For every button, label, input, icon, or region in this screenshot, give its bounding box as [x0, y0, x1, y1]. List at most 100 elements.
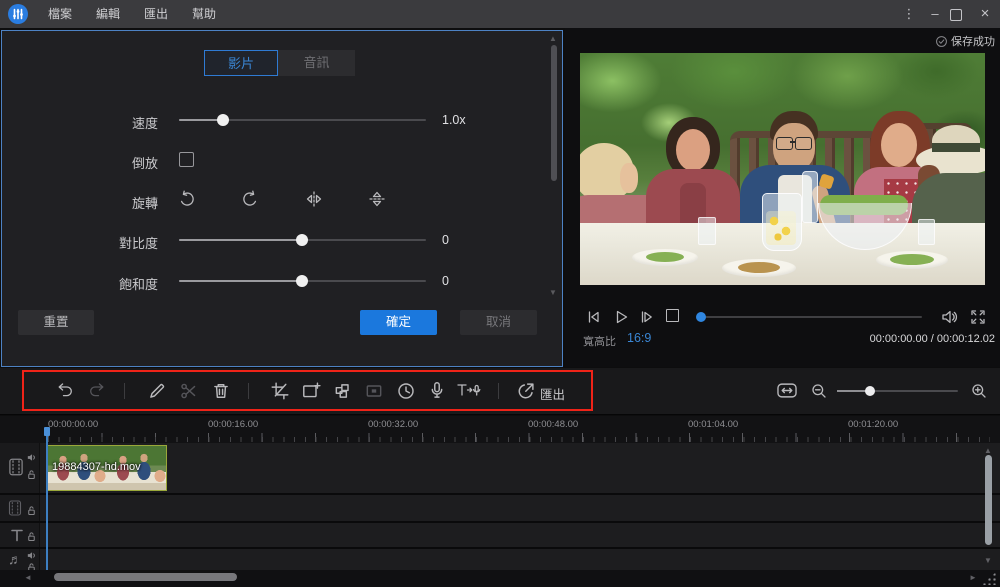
track-lock-icon[interactable]	[26, 531, 37, 542]
video-preview[interactable]	[580, 53, 985, 285]
text-track[interactable]	[0, 523, 1000, 547]
ruler-label: 00:01:20.00	[848, 419, 899, 430]
text-to-speech-icon[interactable]	[456, 381, 482, 399]
timeline-zoom-thumb[interactable]	[865, 386, 875, 396]
stop-button[interactable]	[666, 309, 679, 322]
tab-audio[interactable]: 音訊	[278, 50, 355, 76]
rotate-cw-icon[interactable]	[240, 189, 260, 209]
app-logo-icon	[8, 4, 28, 24]
volume-icon[interactable]	[939, 307, 959, 327]
minimize-button[interactable]: –	[922, 0, 948, 28]
delete-trash-icon[interactable]	[211, 381, 231, 401]
contrast-label: 對比度	[118, 236, 158, 251]
maximize-button[interactable]	[950, 9, 962, 21]
timeline-ruler[interactable]: 00:00:00.00 00:00:16.00 00:00:32.00 00:0…	[0, 416, 1000, 443]
rotate-label: 旋轉	[131, 196, 158, 211]
hscroll-left-icon[interactable]: ◄	[24, 573, 32, 583]
duration-clock-icon[interactable]	[396, 381, 416, 401]
close-button[interactable]: ×	[972, 0, 998, 28]
panel-scroll-up-icon[interactable]: ▲	[549, 35, 557, 43]
text-track-icon	[11, 529, 23, 542]
menu-help[interactable]: 幫助	[180, 0, 228, 28]
crop-icon[interactable]	[270, 381, 290, 401]
tracks-scrollbar-thumb[interactable]	[985, 455, 992, 545]
ruler-label: 00:01:04.00	[688, 419, 739, 430]
seek-handle[interactable]	[696, 312, 706, 322]
rotate-ccw-icon[interactable]	[177, 189, 197, 209]
export-icon[interactable]	[516, 381, 536, 401]
fit-timeline-icon[interactable]	[776, 382, 798, 399]
video-track-icon	[9, 458, 23, 476]
ruler-label: 00:00:16.00	[208, 419, 259, 430]
ruler-label: 00:00:00.00	[48, 419, 99, 430]
mosaic-icon[interactable]	[333, 381, 353, 401]
drinking-glass	[698, 217, 716, 245]
hscrollbar-thumb[interactable]	[54, 573, 237, 581]
ruler-minor-ticks	[48, 437, 990, 442]
menu-file[interactable]: 檔案	[36, 0, 84, 28]
split-scissors-icon[interactable]	[179, 381, 199, 401]
playhead-line[interactable]	[46, 436, 48, 570]
fullscreen-icon[interactable]	[969, 308, 987, 326]
toolbar-divider	[124, 383, 125, 399]
tab-video[interactable]: 影片	[204, 50, 278, 76]
redo-icon[interactable]	[87, 381, 107, 399]
zoom-frame-icon[interactable]	[301, 381, 321, 401]
overlay-track-icon	[8, 500, 22, 516]
video-clip[interactable]: 19884307-hd.mov	[47, 445, 167, 491]
voiceover-mic-icon[interactable]	[427, 380, 447, 400]
timeline-zoom-slider[interactable]	[837, 386, 958, 396]
saturation-slider[interactable]	[179, 275, 426, 287]
flip-vertical-icon[interactable]	[367, 189, 387, 209]
contrast-slider[interactable]	[179, 234, 426, 246]
glass-bottle	[802, 171, 818, 223]
freeze-frame-icon[interactable]	[364, 381, 384, 401]
aspect-ratio-value[interactable]: 16:9	[627, 331, 651, 345]
resize-grip[interactable]	[982, 572, 996, 585]
cancel-button[interactable]: 取消	[460, 310, 537, 335]
zoom-out-icon[interactable]	[810, 382, 828, 400]
playhead-handle[interactable]	[44, 427, 50, 436]
video-editor-window: 檔案 編輯 匯出 幫助 ⋮ – × 影片 音訊 速度 1.0x 倒放 旋轉 對比…	[0, 0, 1000, 587]
panel-scrollbar-thumb[interactable]	[551, 45, 557, 181]
menu-export[interactable]: 匯出	[132, 0, 180, 28]
undo-icon[interactable]	[55, 381, 75, 399]
track-lock-icon[interactable]	[26, 469, 37, 480]
contrast-slider-thumb[interactable]	[296, 234, 308, 246]
glasses-right-lens	[795, 137, 812, 150]
next-frame-button[interactable]	[638, 308, 656, 326]
edit-pencil-icon[interactable]	[147, 381, 167, 401]
track-lock-icon[interactable]	[26, 505, 37, 516]
menu-edit[interactable]: 編輯	[84, 0, 132, 28]
export-label[interactable]: 匯出	[540, 384, 565, 403]
reverse-checkbox[interactable]	[179, 152, 194, 167]
speed-label: 速度	[131, 116, 158, 131]
timecode: 00:00:00.00 / 00:00:12.02	[869, 333, 995, 345]
overlay-track[interactable]	[0, 495, 1000, 521]
more-options-kebab-icon[interactable]: ⋮	[896, 0, 922, 28]
track-mute-icon[interactable]	[26, 452, 37, 463]
zoom-in-icon[interactable]	[970, 382, 988, 400]
panel-scroll-down-icon[interactable]: ▼	[549, 289, 557, 297]
tracks-scroll-down-icon[interactable]: ▼	[984, 556, 992, 566]
clip-filename: 19884307-hd.mov	[52, 461, 141, 473]
music-track[interactable]	[0, 549, 1000, 570]
speed-slider-thumb[interactable]	[217, 114, 229, 126]
overlay-track-header	[0, 495, 40, 521]
flip-horizontal-icon[interactable]	[304, 189, 324, 209]
music-track-header: ♬	[0, 549, 40, 573]
speed-value: 1.0x	[442, 113, 466, 127]
previous-frame-button[interactable]	[585, 308, 603, 326]
speed-slider[interactable]	[179, 114, 426, 126]
hscroll-right-icon[interactable]: ►	[969, 573, 977, 583]
play-button[interactable]	[612, 308, 630, 326]
person-pink-face	[881, 123, 917, 167]
saturation-slider-thumb[interactable]	[296, 275, 308, 287]
ok-button[interactable]: 確定	[360, 310, 437, 335]
seek-bar[interactable]	[696, 312, 922, 322]
text-track-header	[0, 523, 40, 547]
save-status: 保存成功	[885, 33, 995, 49]
track-mute-icon[interactable]	[26, 550, 37, 561]
reset-button[interactable]: 重置	[18, 310, 94, 335]
timeline-tracks: ♬ 19884307-hd.mov ▲ ▼	[0, 443, 1000, 573]
